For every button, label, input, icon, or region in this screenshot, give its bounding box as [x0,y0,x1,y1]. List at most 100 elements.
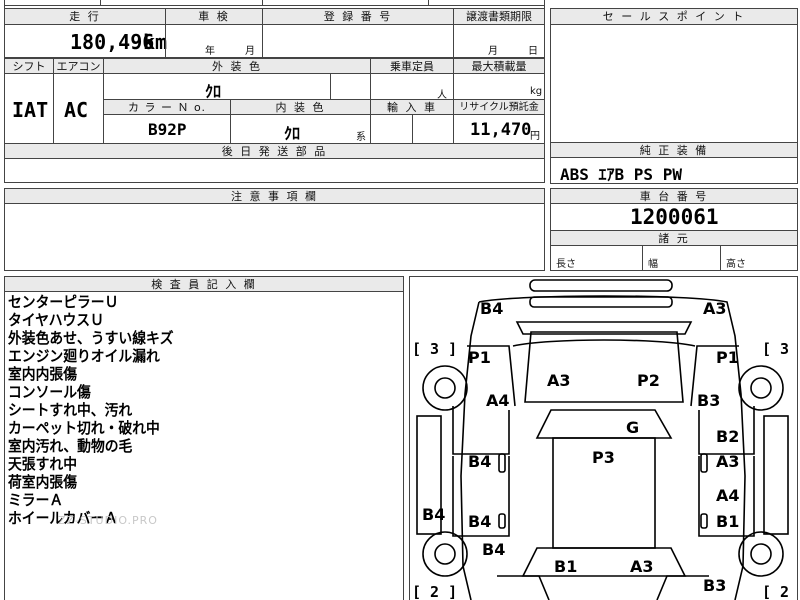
shift-value: IAT [12,98,49,122]
dims-header: 諸 元 [550,230,798,246]
bracket-left-top: [ 3 ] [412,340,458,358]
inspector-line: カーペット切れ・破れ中 [8,419,160,437]
equipment-header: 純 正 装 備 [550,142,798,158]
watermark: ZZ-STUDIO.PRO [58,514,158,527]
handle-right [700,513,708,529]
height-label: 高さ [726,259,746,270]
interior-suffix: 系 [356,132,366,143]
damage-code: B4 [468,512,492,531]
top-cut-divider [262,0,263,6]
front-right-wheel [738,365,784,411]
rear-glass [521,547,687,577]
damage-code: B1 [554,557,578,576]
inspector-line: シートすれ中、汚れ [8,401,133,419]
rear-right-wheel-inner [750,543,772,565]
equipment-value: ABS ｴｱB PS PW [560,165,682,184]
inspector-line: センターピラーＵ [8,293,119,311]
inspector-line: タイヤハウスＵ [8,311,104,329]
handle-left [498,513,506,529]
damage-code: A3 [716,452,740,471]
damage-code: A3 [547,371,571,390]
front-left-wheel-inner [434,377,456,399]
front-door-left [452,406,510,455]
registration-cell [262,24,454,58]
mirror-right [700,453,708,473]
car-diagram-svg [416,279,789,600]
later-parts-cell [4,158,545,183]
rear-right-wheel [738,531,784,577]
damage-code: P3 [592,448,615,467]
chassis-header: 車 台 番 号 [550,188,798,204]
shift-header: シフト [4,58,54,74]
color-no-header: カ ラ ー Ｎ o. [103,99,231,115]
front-bumper-shape [529,279,673,292]
dims-divider [720,245,721,271]
length-label: 長さ [556,259,576,270]
dims-cell [550,245,798,271]
bracket-right-top: [ 3 [762,340,790,358]
recycle-value: 11,470 [470,120,532,140]
max-load-header: 最大積載量 [453,58,545,74]
tail-shape [497,575,709,600]
windshield-shape [524,331,684,403]
recycle-unit: 円 [530,131,540,142]
exterior-divider [330,73,331,100]
aircon-value: AC [64,98,89,122]
damage-code: A3 [630,557,654,576]
damage-code: B1 [716,512,740,531]
front-left-wheel [422,365,468,411]
notes-header: 注 意 事 項 欄 [4,188,545,204]
chassis-value: 1200061 [630,205,719,229]
sales-point-cell [550,24,798,143]
mileage-value: 180,496 [70,30,155,54]
inspection-month: 月 [245,46,255,57]
import-divider [412,114,413,144]
interior-header: 内 装 色 [230,99,371,115]
damage-code: A4 [486,391,510,410]
inspector-line: 天張すれ中 [8,455,78,473]
transfer-header: 譲渡書類期限 [453,8,545,25]
mirror-left [498,453,506,473]
damage-code: B3 [703,576,727,595]
damage-code: P1 [716,348,739,367]
notes-cell [4,203,545,271]
capacity-header: 乗車定員 [370,58,454,74]
damage-code: G [626,418,640,437]
exterior-header: 外 装 色 [103,58,371,74]
width-label: 幅 [648,259,658,270]
color-no-value: B92P [148,120,187,139]
inspector-line: 室内内張傷 [8,365,78,383]
top-cut-row [4,0,545,6]
mileage-unit: km [143,30,168,54]
interior-value: ｸﾛ [284,124,301,143]
rear-left-wheel-inner [434,543,456,565]
damage-code: B4 [422,505,446,524]
registration-header: 登 録 番 号 [262,8,454,25]
bracket-left-bottom: [ 2 ] [412,583,458,600]
transfer-day: 日 [528,46,538,57]
dims-divider [642,245,643,271]
inspector-header: 検 査 員 記 入 欄 [4,276,404,292]
roof-shape [535,409,673,439]
front-right-wheel-inner [750,377,772,399]
rear-left-wheel [422,531,468,577]
interior-cell [230,114,371,144]
damage-code: P2 [637,371,660,390]
aircon-header: エアコン [53,58,104,74]
bracket-right-bottom: [ 2 [762,583,790,600]
sales-point-header: セ ー ル ス ポ イ ン ト [550,8,798,25]
front-bumper-inner [529,296,673,308]
damage-code: B4 [482,540,506,559]
inspector-line: 荷室内張傷 [8,473,78,491]
damage-code: A4 [716,486,740,505]
inspection-header: 車 検 [165,8,263,25]
damage-code: B2 [716,427,740,446]
inspection-year: 年 [205,46,215,57]
damage-code: B4 [468,452,492,471]
inspector-line: ミラーＡ [8,491,64,509]
top-cut-divider [100,0,101,6]
damage-code: B4 [480,299,504,318]
mileage-header: 走 行 [4,8,166,25]
transfer-month: 月 [488,46,498,57]
inspector-line: 外装色あせ、うすい線キズ [8,329,174,347]
